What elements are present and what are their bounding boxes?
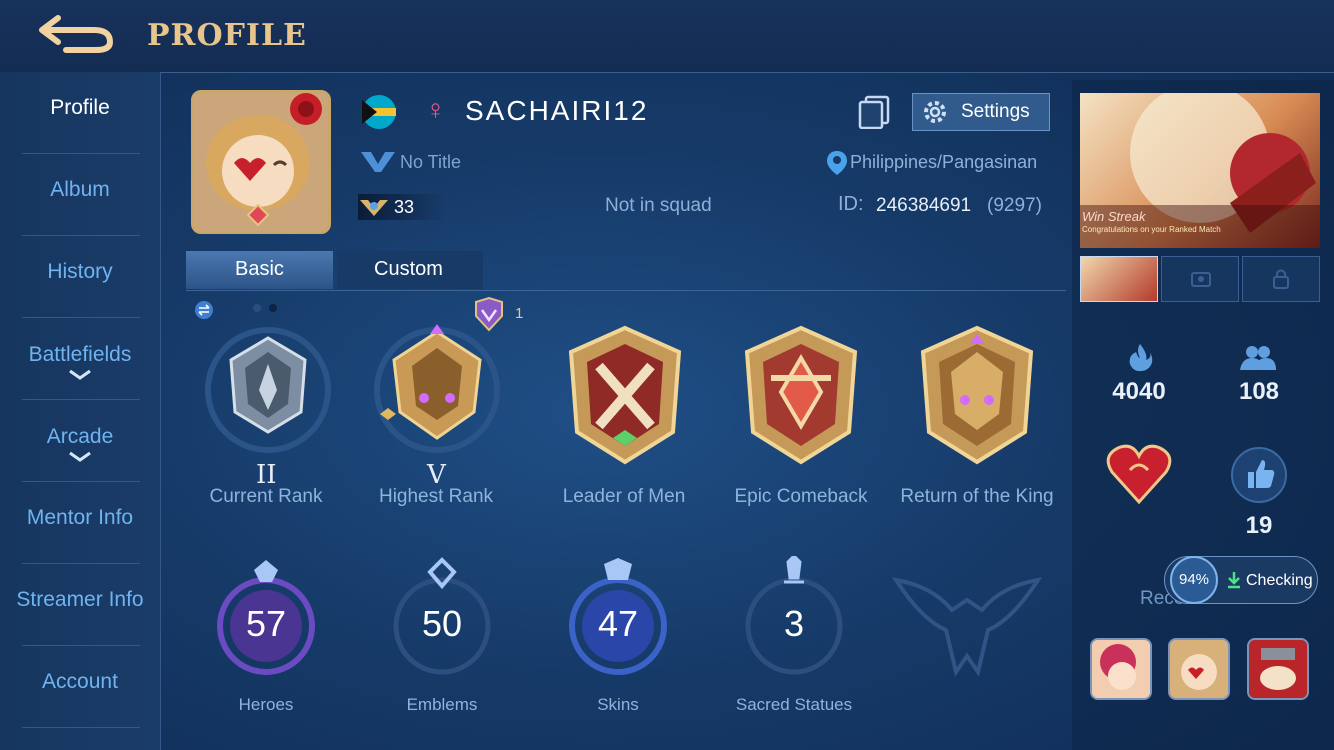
like-button[interactable] bbox=[1230, 446, 1288, 504]
photo-slot[interactable] bbox=[1161, 256, 1239, 302]
level-value: 33 bbox=[394, 197, 415, 217]
current-rank-emblem[interactable] bbox=[193, 320, 343, 480]
visitor-avatar[interactable] bbox=[1247, 638, 1309, 700]
flag-icon bbox=[362, 95, 396, 129]
visitor-avatar-image bbox=[1249, 640, 1307, 698]
banner-title: Win Streak bbox=[1082, 209, 1146, 224]
divider bbox=[22, 317, 140, 318]
sidebar-item-battlefields[interactable]: Battlefields bbox=[0, 343, 160, 381]
sidebar bbox=[0, 72, 161, 750]
divider bbox=[22, 727, 140, 728]
divider bbox=[186, 290, 1066, 291]
followers-value[interactable]: 108 bbox=[1219, 378, 1299, 406]
camera-icon bbox=[1191, 272, 1211, 287]
banner-thumbnail[interactable] bbox=[1080, 256, 1158, 302]
flame-icon bbox=[1129, 344, 1153, 372]
level-icon bbox=[360, 200, 388, 216]
id-value[interactable]: 246384691 bbox=[876, 195, 971, 217]
rank-badge-count: 1 bbox=[515, 305, 524, 322]
sidebar-item-label: Streamer Info bbox=[16, 588, 144, 611]
sidebar-item-history[interactable]: History bbox=[0, 260, 160, 284]
cards-icon[interactable] bbox=[858, 95, 890, 129]
banner-subtitle: Congratulations on your Ranked Match bbox=[1082, 225, 1221, 234]
likes-count: 19 bbox=[1245, 512, 1273, 539]
lock-icon bbox=[1273, 269, 1289, 289]
stat-label: Heroes bbox=[238, 695, 294, 714]
visitor-avatar[interactable] bbox=[1168, 638, 1230, 700]
achievement-label: Epic Comeback bbox=[734, 486, 868, 507]
achievement-label: Return of the King bbox=[900, 486, 1054, 507]
stat-label: Emblems bbox=[406, 695, 478, 714]
switch-icon[interactable] bbox=[194, 300, 214, 320]
sidebar-item-label: Arcade bbox=[46, 425, 114, 448]
tab-label: Custom bbox=[374, 258, 443, 280]
back-arrow-icon[interactable] bbox=[36, 12, 114, 54]
skins-count: 47 bbox=[597, 603, 639, 644]
checking-label: Checking bbox=[1246, 572, 1313, 589]
location-pin-icon bbox=[827, 151, 847, 175]
username: SACHAIRI12 bbox=[465, 95, 649, 126]
sidebar-item-label: Battlefields bbox=[28, 343, 132, 366]
return-of-the-king-medal[interactable] bbox=[907, 322, 1047, 472]
visitor-avatar-image bbox=[1092, 640, 1150, 698]
page-title: PROFILE bbox=[147, 18, 307, 53]
sidebar-item-arcade[interactable]: Arcade bbox=[0, 425, 160, 463]
gender-icon: ♀ bbox=[425, 94, 446, 125]
tab-label: Basic bbox=[235, 258, 284, 280]
visitor-avatar[interactable] bbox=[1090, 638, 1152, 700]
divider bbox=[22, 399, 140, 400]
divider bbox=[22, 563, 140, 564]
sidebar-item-label: Account bbox=[42, 670, 118, 693]
heart-icon[interactable] bbox=[1106, 442, 1172, 506]
rank-label: Current Rank bbox=[209, 486, 323, 507]
chevron-down-icon bbox=[69, 451, 91, 462]
sidebar-item-account[interactable]: Account bbox=[0, 670, 160, 694]
sidebar-item-album[interactable]: Album bbox=[0, 178, 160, 202]
sidebar-item-label: Profile bbox=[50, 96, 110, 119]
sidebar-item-label: Album bbox=[50, 178, 110, 201]
locked-slot[interactable] bbox=[1242, 256, 1320, 302]
achievement-label: Leader of Men bbox=[562, 486, 686, 507]
squad-status: Not in squad bbox=[605, 195, 712, 216]
progress-percent: 94% bbox=[1178, 571, 1210, 588]
stat-label: Sacred Statues bbox=[735, 695, 853, 714]
settings-label: Settings bbox=[961, 101, 1030, 122]
player-title[interactable]: No Title bbox=[400, 152, 461, 173]
visitor-avatar-image bbox=[1170, 640, 1228, 698]
leader-of-men-medal[interactable] bbox=[555, 322, 695, 472]
sidebar-item-mentor-info[interactable]: Mentor Info bbox=[0, 506, 160, 530]
highest-rank-emblem[interactable] bbox=[362, 320, 512, 470]
id-label: ID: bbox=[838, 193, 864, 215]
heroes-count: 57 bbox=[245, 603, 287, 644]
chevron-down-icon bbox=[69, 369, 91, 380]
bird-emblem-icon bbox=[892, 577, 1042, 677]
rank-label: Highest Rank bbox=[378, 486, 494, 507]
stat-label: Skins bbox=[597, 695, 639, 714]
page-dots bbox=[253, 304, 277, 312]
divider bbox=[22, 153, 140, 154]
gear-icon bbox=[924, 101, 946, 123]
divider bbox=[22, 645, 140, 646]
location-text: Philippines/Pangasinan bbox=[850, 152, 1038, 172]
divider bbox=[22, 481, 140, 482]
highlight-banner[interactable]: Win Streak Congratulations on your Ranke… bbox=[1080, 93, 1320, 248]
epic-comeback-medal[interactable] bbox=[731, 322, 871, 472]
avatar[interactable] bbox=[191, 90, 331, 234]
server-id: (9297) bbox=[987, 195, 1042, 216]
download-icon bbox=[1228, 572, 1240, 589]
sidebar-item-profile[interactable]: Profile bbox=[0, 96, 160, 120]
sacred-statues-count: 3 bbox=[783, 603, 805, 644]
sidebar-item-streamer-info[interactable]: Streamer Info bbox=[0, 588, 160, 612]
divider bbox=[22, 235, 140, 236]
sidebar-item-label: Mentor Info bbox=[26, 506, 134, 529]
sidebar-item-label: History bbox=[47, 260, 113, 283]
title-icon bbox=[361, 152, 395, 172]
emblems-count: 50 bbox=[421, 603, 463, 644]
avatar-image bbox=[194, 93, 328, 231]
followers-icon bbox=[1240, 346, 1276, 370]
popularity-value: 4040 bbox=[1112, 378, 1166, 405]
